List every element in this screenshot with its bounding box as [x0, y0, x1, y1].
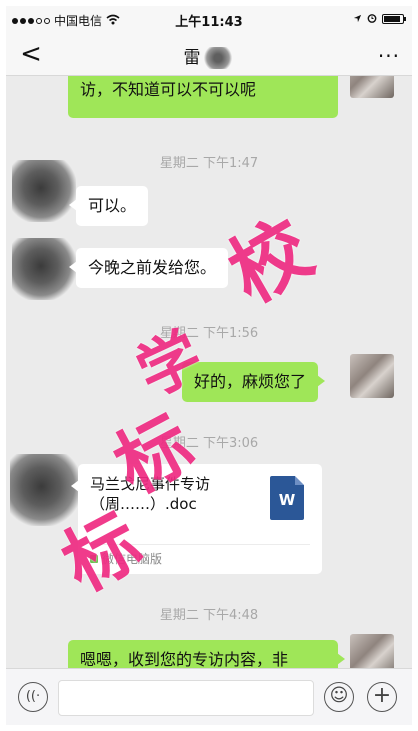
- timestamp: 星期二 下午4:48: [159, 608, 259, 623]
- input-bar: ((· ☺ +: [6, 668, 412, 725]
- emoji-button[interactable]: ☺: [324, 682, 354, 712]
- message-bubble-received[interactable]: 可以。: [68, 186, 149, 226]
- status-bar: 中国电信 上午11:43: [6, 6, 412, 32]
- wechat-pc-icon: [90, 554, 98, 563]
- file-name: 马兰戈尼事件专访 （周……）.doc: [90, 474, 260, 514]
- message-bubble-sent[interactable]: ………………………………………… 访，不知道可以不可以呢: [68, 76, 338, 118]
- file-message-card[interactable]: 马兰戈尼事件专访 （周……）.doc W 微信电脑版: [71, 464, 322, 574]
- chat-header: < 雷 ···: [6, 32, 412, 76]
- file-name-line: 马兰戈尼事件专访: [90, 475, 211, 493]
- phone-screen: 中国电信 上午11:43 < 雷 ··· ………………………………………… 访: [6, 6, 412, 725]
- file-source-label: 微信电脑版: [102, 552, 163, 566]
- message-input[interactable]: [58, 680, 314, 716]
- message-bubble-received[interactable]: 今晚之前发给您。: [68, 248, 229, 288]
- file-source: 微信电脑版: [90, 550, 162, 567]
- message-list[interactable]: ………………………………………… 访，不知道可以不可以呢 星期二 下午1:47 …: [6, 76, 412, 668]
- redacted-name-mark: [200, 47, 235, 69]
- alarm-icon: [367, 12, 377, 26]
- message-bubble-sent[interactable]: 嗯嗯，收到您的专访内容，非: [68, 640, 345, 668]
- chat-title: 雷: [6, 43, 412, 69]
- more-actions-button[interactable]: +: [367, 682, 397, 712]
- status-indicators: [353, 12, 406, 26]
- status-time: 上午11:43: [175, 15, 243, 30]
- message-bubble-sent[interactable]: 好的，麻烦您了: [182, 362, 326, 402]
- message-text-line: 访，不知道可以不可以呢: [80, 80, 257, 99]
- battery-icon: [382, 14, 406, 24]
- contact-avatar[interactable]: [10, 454, 80, 526]
- file-name-line: （周……）.doc: [90, 495, 197, 513]
- contact-avatar[interactable]: [12, 238, 76, 300]
- timestamp: 星期二 下午1:56: [159, 326, 259, 341]
- word-document-icon: W: [270, 476, 304, 520]
- divider: [90, 544, 310, 545]
- contact-name: 雷: [183, 48, 201, 68]
- more-options-button[interactable]: ···: [378, 44, 400, 68]
- my-avatar[interactable]: [350, 634, 394, 668]
- my-avatar[interactable]: [350, 76, 394, 98]
- contact-avatar[interactable]: [12, 160, 76, 222]
- location-arrow-icon: [353, 12, 362, 26]
- my-avatar[interactable]: [350, 354, 394, 398]
- timestamp: 星期二 下午3:06: [159, 436, 259, 451]
- voice-input-button[interactable]: ((·: [18, 682, 48, 712]
